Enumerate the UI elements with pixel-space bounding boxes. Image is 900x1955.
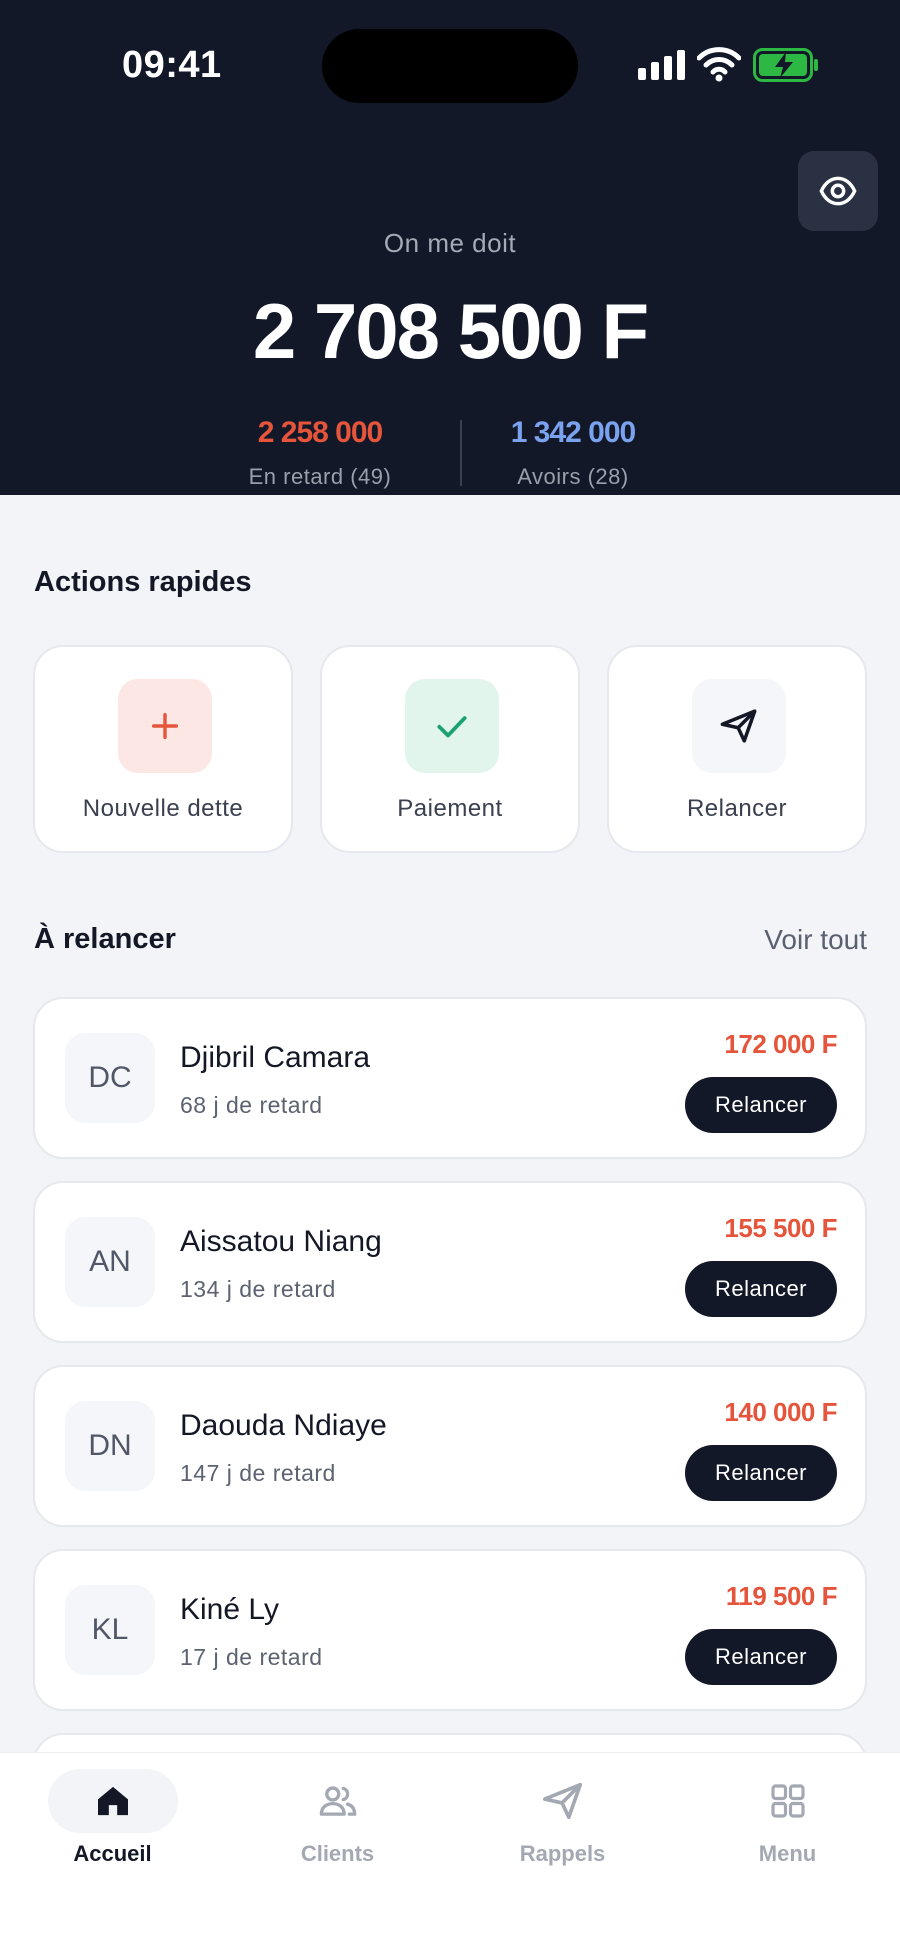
avatar: DN	[65, 1401, 155, 1491]
nav-item-menu[interactable]: Menu	[675, 1769, 900, 1899]
new-debt-button[interactable]: Nouvelle dette	[33, 645, 293, 853]
eye-icon	[819, 176, 857, 206]
nav-label-home: Accueil	[73, 1841, 152, 1866]
nav-clients-wrap	[273, 1769, 403, 1833]
quick-actions-title: Actions rapides	[34, 566, 252, 598]
overdue-label: En retard (49)	[248, 464, 392, 489]
remind-button[interactable]: Relancer	[685, 1629, 837, 1685]
nav-item-clients[interactable]: Clients	[225, 1769, 450, 1899]
nav-menu-wrap	[723, 1769, 853, 1833]
client-delay: 147 j de retard	[180, 1460, 336, 1486]
nav-item-reminders[interactable]: Rappels	[450, 1769, 675, 1899]
plus-icon	[151, 712, 179, 740]
client-delay: 17 j de retard	[180, 1644, 323, 1670]
see-all-link[interactable]: Voir tout	[764, 924, 867, 956]
battery-charging-icon	[753, 48, 818, 82]
balance-header: 09:41 On me doit 2 708 500 F 2 258 000 E…	[0, 0, 900, 495]
client-name: Daouda Ndiaye	[180, 1409, 387, 1442]
client-amount: 119 500 F	[725, 1581, 838, 1611]
status-bar: 09:41	[0, 0, 900, 130]
nav-label-menu: Menu	[758, 1841, 817, 1866]
bottom-navigation: Accueil Clients Rappels Menu	[0, 1752, 900, 1955]
avatar: DC	[65, 1033, 155, 1123]
client-name: Kiné Ly	[180, 1593, 279, 1626]
new-debt-label: Nouvelle dette	[82, 795, 244, 822]
remind-button[interactable]: Relancer	[685, 1445, 837, 1501]
nav-label-reminders: Rappels	[519, 1841, 606, 1866]
credits-label: Avoirs (28)	[517, 464, 629, 489]
owed-amount: 2 708 500 F	[252, 287, 649, 375]
credits-value: 1 342 000	[510, 416, 636, 449]
remind-action-label: Relancer	[686, 795, 788, 822]
client-delay: 68 j de retard	[180, 1092, 323, 1118]
remind-button[interactable]: Relancer	[685, 1261, 837, 1317]
users-icon	[319, 1786, 356, 1816]
payment-button[interactable]: Paiement	[320, 645, 580, 853]
nav-item-home[interactable]: Accueil	[0, 1769, 225, 1899]
nav-label-clients: Clients	[300, 1841, 375, 1866]
remind-button[interactable]: Relancer	[685, 1077, 837, 1133]
client-card[interactable]: AN Aissatou Niang 134 j de retard 155 50…	[33, 1181, 867, 1343]
remind-action-button[interactable]: Relancer	[607, 645, 867, 853]
payment-label: Paiement	[397, 795, 503, 822]
remind-icon-tile	[692, 679, 786, 773]
nav-home-highlight	[47, 1769, 178, 1833]
avatar: KL	[65, 1585, 155, 1675]
dynamic-island	[322, 29, 578, 103]
overdue-stat[interactable]: 2 258 000 En retard (49)	[200, 416, 440, 490]
toggle-visibility-button[interactable]	[798, 151, 878, 231]
client-card[interactable]: DC Djibril Camara 68 j de retard 172 000…	[33, 997, 867, 1159]
home-icon	[97, 1786, 128, 1816]
credits-stat[interactable]: 1 342 000 Avoirs (28)	[453, 416, 693, 490]
signal-icon	[638, 50, 686, 80]
send-icon	[542, 1782, 582, 1820]
client-name: Djibril Camara	[180, 1041, 371, 1074]
to-remind-title: À relancer	[34, 923, 176, 955]
new-debt-icon-tile	[118, 679, 212, 773]
client-amount: 155 500 F	[724, 1213, 837, 1243]
send-icon	[720, 709, 757, 743]
client-name: Aissatou Niang	[180, 1225, 382, 1258]
client-amount: 172 000 F	[724, 1029, 837, 1059]
overdue-value: 2 258 000	[257, 416, 383, 449]
payment-icon-tile	[405, 679, 499, 773]
client-amount: 140 000 F	[724, 1397, 837, 1427]
grid-icon	[770, 1784, 805, 1818]
avatar: AN	[65, 1217, 155, 1307]
client-delay: 134 j de retard	[180, 1276, 336, 1302]
client-card[interactable]: KL Kiné Ly 17 j de retard 119 500 F Rela…	[33, 1549, 867, 1711]
nav-reminders-wrap	[498, 1769, 628, 1833]
client-card[interactable]: DN Daouda Ndiaye 147 j de retard 140 000…	[33, 1365, 867, 1527]
status-time: 09:41	[122, 44, 222, 86]
check-icon	[437, 716, 467, 738]
wifi-icon	[697, 47, 741, 82]
owed-label: On me doit	[383, 228, 517, 258]
